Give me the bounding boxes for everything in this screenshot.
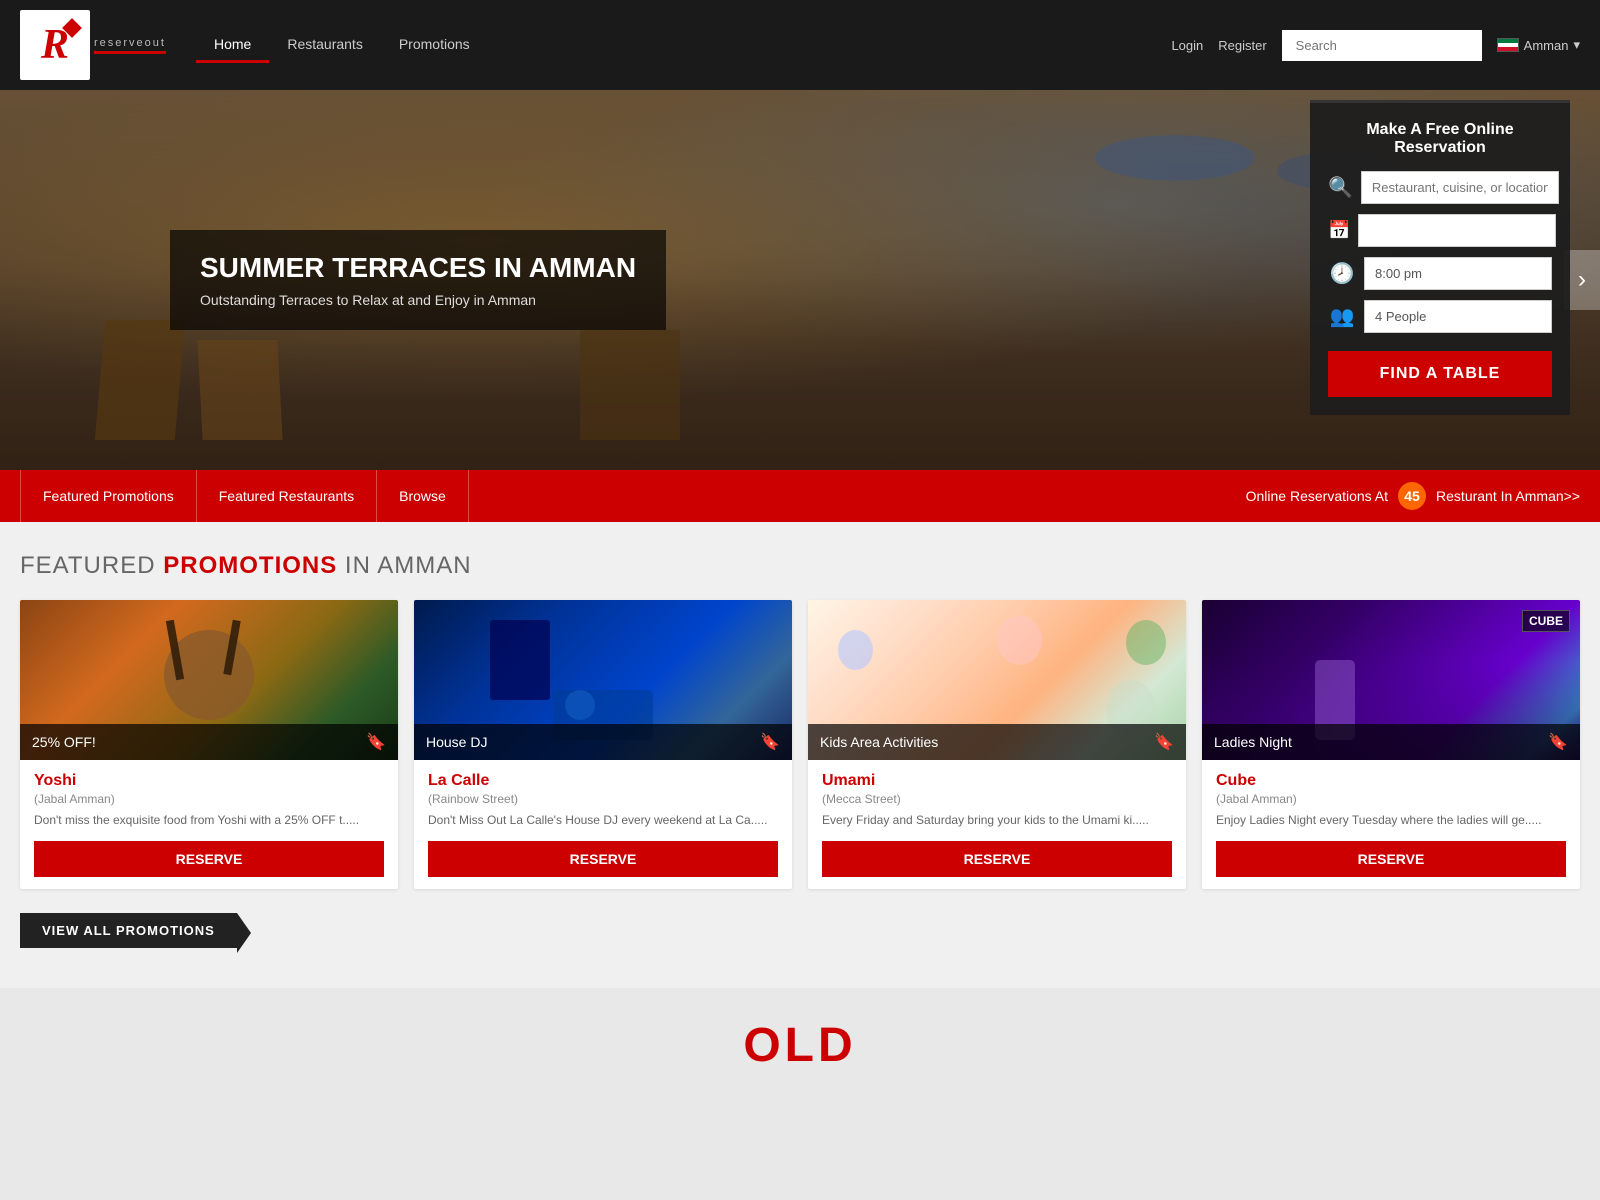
promotion-card-3: Kids Area Activities 🔖 Umami (Mecca Stre… [808, 600, 1186, 889]
card-image-2: House DJ 🔖 [414, 600, 792, 760]
logo-area: R reserveout [20, 10, 166, 80]
card-location-3: (Mecca Street) [822, 792, 1172, 806]
reservation-count-badge: 45 [1398, 482, 1426, 510]
card-body-2: La Calle (Rainbow Street) Don't Miss Out… [414, 760, 792, 889]
card-body-1: Yoshi (Jabal Amman) Don't miss the exqui… [20, 760, 398, 889]
header: R reserveout Home Restaurants Promotions… [0, 0, 1600, 90]
red-bar-right: Online Reservations At 45 Resturant In A… [1246, 482, 1580, 510]
main-nav: Home Restaurants Promotions [196, 28, 1171, 63]
promotions-grid: 25% OFF! 🔖 Yoshi (Jabal Amman) Don't mis… [20, 600, 1580, 889]
bookmark-icon-2[interactable]: 🔖 [760, 732, 780, 752]
login-link[interactable]: Login [1171, 38, 1203, 53]
register-link[interactable]: Register [1218, 38, 1266, 53]
promotion-card-2: House DJ 🔖 La Calle (Rainbow Street) Don… [414, 600, 792, 889]
card-promotion-text-4: Ladies Night [1214, 734, 1292, 750]
reservation-search-input[interactable] [1361, 171, 1559, 204]
card-name-3[interactable]: Umami [822, 772, 1172, 790]
card-body-4: Cube (Jabal Amman) Enjoy Ladies Night ev… [1202, 760, 1580, 889]
nav-promotions[interactable]: Promotions [381, 28, 488, 63]
card-desc-3: Every Friday and Saturday bring your kid… [822, 812, 1172, 829]
promotion-card-4: CUBE Ladies Night 🔖 Cube (Jabal Amman) E… [1202, 600, 1580, 889]
reservation-party-row: 👥 4 People 1 Person 2 People 3 People 5 … [1328, 300, 1552, 333]
nav-restaurants[interactable]: Restaurants [269, 28, 380, 63]
card-body-3: Umami (Mecca Street) Every Friday and Sa… [808, 760, 1186, 889]
online-reservations-text: Online Reservations At [1246, 488, 1388, 504]
browse-link[interactable]: Browse [377, 470, 469, 522]
card-name-1[interactable]: Yoshi [34, 772, 384, 790]
card-desc-2: Don't Miss Out La Calle's House DJ every… [428, 812, 778, 829]
card-promotion-text-3: Kids Area Activities [820, 734, 938, 750]
card-location-4: (Jabal Amman) [1216, 792, 1566, 806]
card-label-2: House DJ 🔖 [414, 724, 792, 760]
clock-icon: 🕗 [1328, 261, 1356, 286]
flag-icon [1497, 38, 1519, 52]
view-all-button[interactable]: VIEW ALL PROMOTIONS [20, 913, 237, 948]
restaurant-cta-link[interactable]: Resturant In Amman>> [1436, 488, 1580, 504]
nav-home[interactable]: Home [196, 28, 269, 63]
red-bar: Featured Promotions Featured Restaurants… [0, 470, 1600, 522]
reserve-button-1[interactable]: Reserve [34, 841, 384, 877]
logo-brand: reserveout [94, 37, 166, 49]
card-image-1: 25% OFF! 🔖 [20, 600, 398, 760]
reservation-party-select[interactable]: 4 People 1 Person 2 People 3 People 5 Pe… [1364, 300, 1552, 333]
reservation-date-row: 📅 Mon 07, 10 2013 [1328, 214, 1552, 247]
featured-promotions-link[interactable]: Featured Promotions [20, 470, 197, 522]
card-label-1: 25% OFF! 🔖 [20, 724, 398, 760]
card-promotion-text-2: House DJ [426, 734, 487, 750]
card-image-4: CUBE Ladies Night 🔖 [1202, 600, 1580, 760]
hero-section: SUMMER TERRACES IN AMMAN Outstanding Ter… [0, 90, 1600, 470]
card-image-3: Kids Area Activities 🔖 [808, 600, 1186, 760]
find-table-button[interactable]: Find a table [1328, 351, 1552, 397]
bookmark-icon-1[interactable]: 🔖 [366, 732, 386, 752]
chevron-down-icon: ▾ [1573, 37, 1580, 53]
hero-text-block: SUMMER TERRACES IN AMMAN Outstanding Ter… [170, 230, 666, 330]
hero-title: SUMMER TERRACES IN AMMAN [200, 252, 636, 284]
old-label: OLD [0, 988, 1600, 1103]
logo-box: R [20, 10, 90, 80]
reserve-button-3[interactable]: Reserve [822, 841, 1172, 877]
hero-subtitle: Outstanding Terraces to Relax at and Enj… [200, 292, 636, 308]
header-right: Login Register Amman ▾ [1171, 30, 1580, 61]
bookmark-icon-4[interactable]: 🔖 [1548, 732, 1568, 752]
card-desc-4: Enjoy Ladies Night every Tuesday where t… [1216, 812, 1566, 829]
reservation-title: Make A Free Online Reservation [1328, 121, 1552, 157]
search-icon: 🔍 [1328, 175, 1353, 200]
search-input[interactable] [1282, 30, 1482, 61]
card-label-3: Kids Area Activities 🔖 [808, 724, 1186, 760]
card-name-2[interactable]: La Calle [428, 772, 778, 790]
reservation-time-row: 🕗 8:00 pm 7:00 pm 7:30 pm 8:30 pm 9:00 p… [1328, 257, 1552, 290]
red-bar-links: Featured Promotions Featured Restaurants… [20, 470, 469, 522]
reservation-date-input[interactable]: Mon 07, 10 2013 [1358, 214, 1556, 247]
card-desc-1: Don't miss the exquisite food from Yoshi… [34, 812, 384, 829]
card-label-4: Ladies Night 🔖 [1202, 724, 1580, 760]
calendar-icon: 📅 [1328, 220, 1350, 241]
card-location-1: (Jabal Amman) [34, 792, 384, 806]
reservation-time-select[interactable]: 8:00 pm 7:00 pm 7:30 pm 8:30 pm 9:00 pm [1364, 257, 1552, 290]
reserve-button-2[interactable]: Reserve [428, 841, 778, 877]
location-selector[interactable]: Amman ▾ [1497, 37, 1580, 53]
bookmark-icon-3[interactable]: 🔖 [1154, 732, 1174, 752]
reservation-search-row: 🔍 [1328, 171, 1552, 204]
featured-restaurants-link[interactable]: Featured Restaurants [197, 470, 377, 522]
promotion-card-1: 25% OFF! 🔖 Yoshi (Jabal Amman) Don't mis… [20, 600, 398, 889]
logo-letter: R [41, 21, 69, 69]
reserve-button-4[interactable]: Reserve [1216, 841, 1566, 877]
card-name-4[interactable]: Cube [1216, 772, 1566, 790]
main-content: FEATURED PROMOTIONS IN AMMAN 25% OFF! 🔖 … [0, 522, 1600, 988]
location-label: Amman [1524, 38, 1569, 53]
reservation-box: Make A Free Online Reservation 🔍 📅 Mon 0… [1310, 100, 1570, 415]
promotions-section-title: FEATURED PROMOTIONS IN AMMAN [20, 552, 1580, 580]
card-promotion-text-1: 25% OFF! [32, 734, 96, 750]
people-icon: 👥 [1328, 304, 1356, 329]
card-location-2: (Rainbow Street) [428, 792, 778, 806]
